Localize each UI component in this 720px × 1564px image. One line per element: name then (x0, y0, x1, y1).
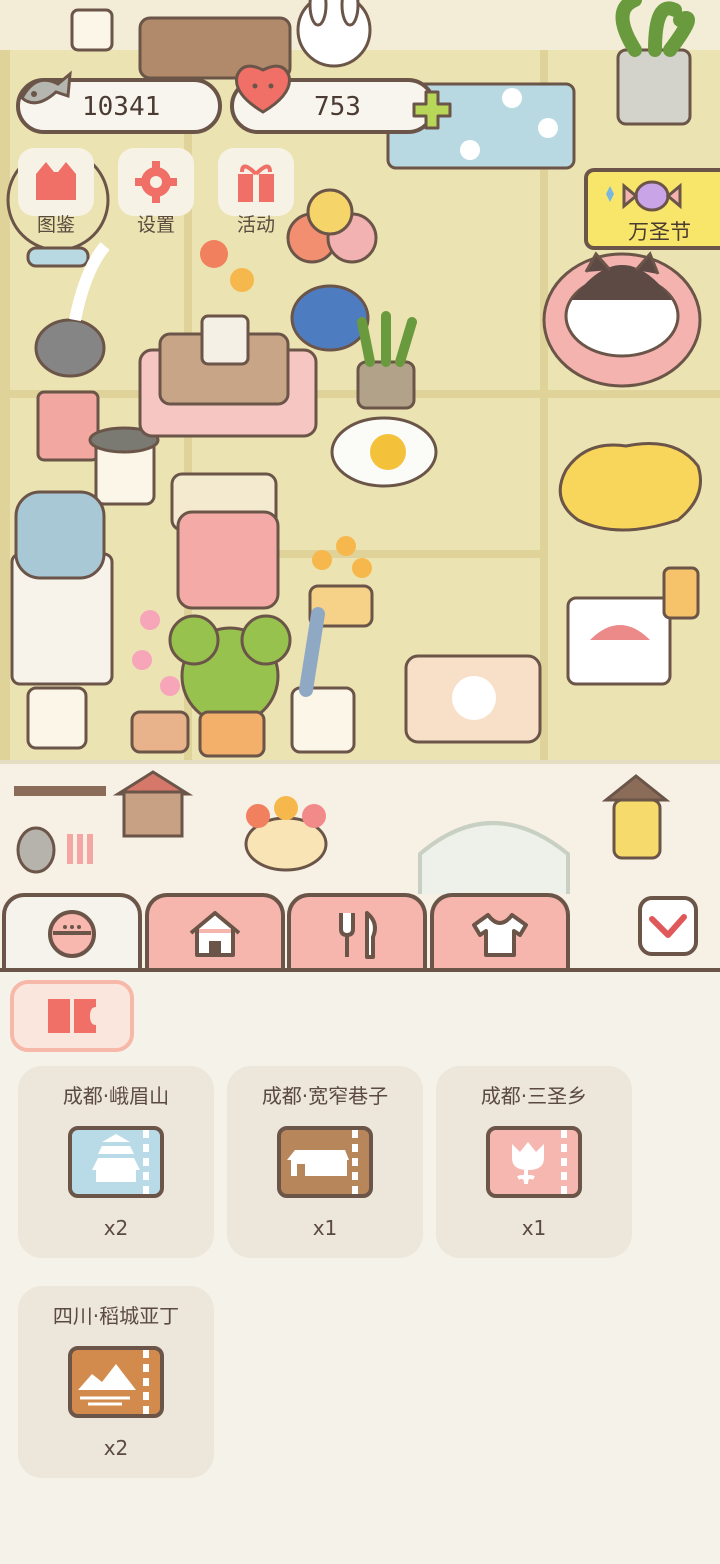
add-hearts-button[interactable] (412, 90, 452, 130)
ticket-image (277, 1126, 373, 1198)
ticket-card[interactable]: 成都·三圣乡 x1 (436, 1066, 632, 1258)
utensils-icon (339, 911, 377, 959)
ticket-count: x2 (103, 1216, 129, 1240)
collection-button[interactable]: 图鉴 (18, 148, 94, 237)
fish-icon (16, 64, 76, 125)
ticket-title: 成都·峨眉山 (62, 1084, 170, 1108)
fish-currency-counter: 10341 (16, 70, 222, 134)
cat-face-icon (36, 162, 76, 200)
ticket-image (486, 1126, 582, 1198)
tab-clothing[interactable] (430, 893, 570, 971)
collection-label: 图鉴 (36, 214, 75, 236)
settings-button[interactable]: 设置 (118, 148, 194, 237)
ticket-card[interactable]: 成都·峨眉山 x2 (18, 1066, 214, 1258)
plus-icon (412, 90, 452, 130)
flower-icon (512, 1130, 567, 1194)
gift-icon (238, 164, 274, 202)
heart-icon (232, 60, 294, 125)
tab-home[interactable] (145, 893, 285, 971)
ticket-filter-icon (48, 999, 96, 1033)
events-button[interactable]: 活动 (218, 148, 294, 237)
house-icon (189, 911, 241, 957)
temple-icon (92, 1130, 149, 1194)
candy-icon (606, 180, 682, 212)
tab-food-bowl[interactable] (2, 893, 142, 971)
events-label: 活动 (236, 214, 275, 236)
ticket-count: x2 (103, 1436, 129, 1460)
heart-currency-counter: 753 (230, 64, 452, 134)
confirm-button[interactable] (638, 896, 698, 956)
street-icon (287, 1130, 358, 1194)
mountain-icon (78, 1350, 149, 1414)
settings-label: 设置 (136, 214, 175, 236)
ticket-count: x1 (312, 1216, 338, 1240)
shelf-decor (14, 770, 671, 894)
room-scene[interactable] (0, 0, 720, 968)
tab-dining[interactable] (287, 893, 427, 971)
ticket-title: 成都·宽窄巷子 (261, 1084, 389, 1108)
ticket-image (68, 1126, 164, 1198)
ticket-count: x1 (521, 1216, 547, 1240)
event-label: 万圣节 (628, 220, 691, 244)
ticket-image (68, 1346, 164, 1418)
ticket-title: 四川·稻城亚丁 (52, 1304, 180, 1328)
heart-count: 753 (314, 92, 361, 122)
bowl-icon (48, 910, 96, 958)
ticket-filter-button[interactable] (10, 980, 134, 1052)
ticket-title: 成都·三圣乡 (480, 1084, 588, 1108)
ticket-card[interactable]: 四川·稻城亚丁 x2 (18, 1286, 214, 1478)
halloween-event-banner[interactable]: 万圣节 (584, 168, 720, 250)
gear-icon (135, 161, 177, 203)
ticket-card[interactable]: 成都·宽窄巷子 x1 (227, 1066, 423, 1258)
shirt-icon (472, 913, 528, 957)
checkmark-icon (649, 914, 687, 938)
fish-count: 10341 (82, 92, 161, 122)
